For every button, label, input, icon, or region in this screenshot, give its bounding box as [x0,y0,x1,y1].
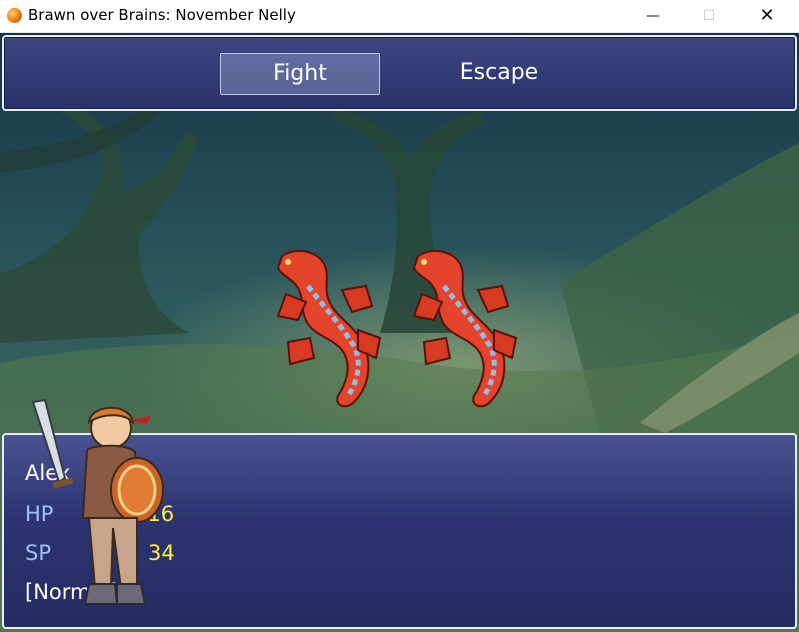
battle-screen: Fight Escape Alex HP 216 SP 34 [Normal] [0,33,799,632]
close-button[interactable]: ✕ [744,0,790,32]
orange-orb-icon [7,8,22,23]
enemy-lizard-1[interactable] [268,246,388,411]
command-window: Fight Escape [2,35,797,111]
maximize-button[interactable]: ☐ [686,0,732,32]
enemy-lizard-2[interactable] [404,246,524,411]
hero-alex-sprite [31,398,164,605]
minimize-button[interactable]: — [630,0,676,32]
fight-command[interactable]: Fight [220,53,380,95]
escape-command[interactable]: Escape [414,53,584,93]
title-bar: Brawn over Brains: November Nelly — ☐ ✕ [0,0,799,33]
window-title: Brawn over Brains: November Nelly [28,6,296,24]
